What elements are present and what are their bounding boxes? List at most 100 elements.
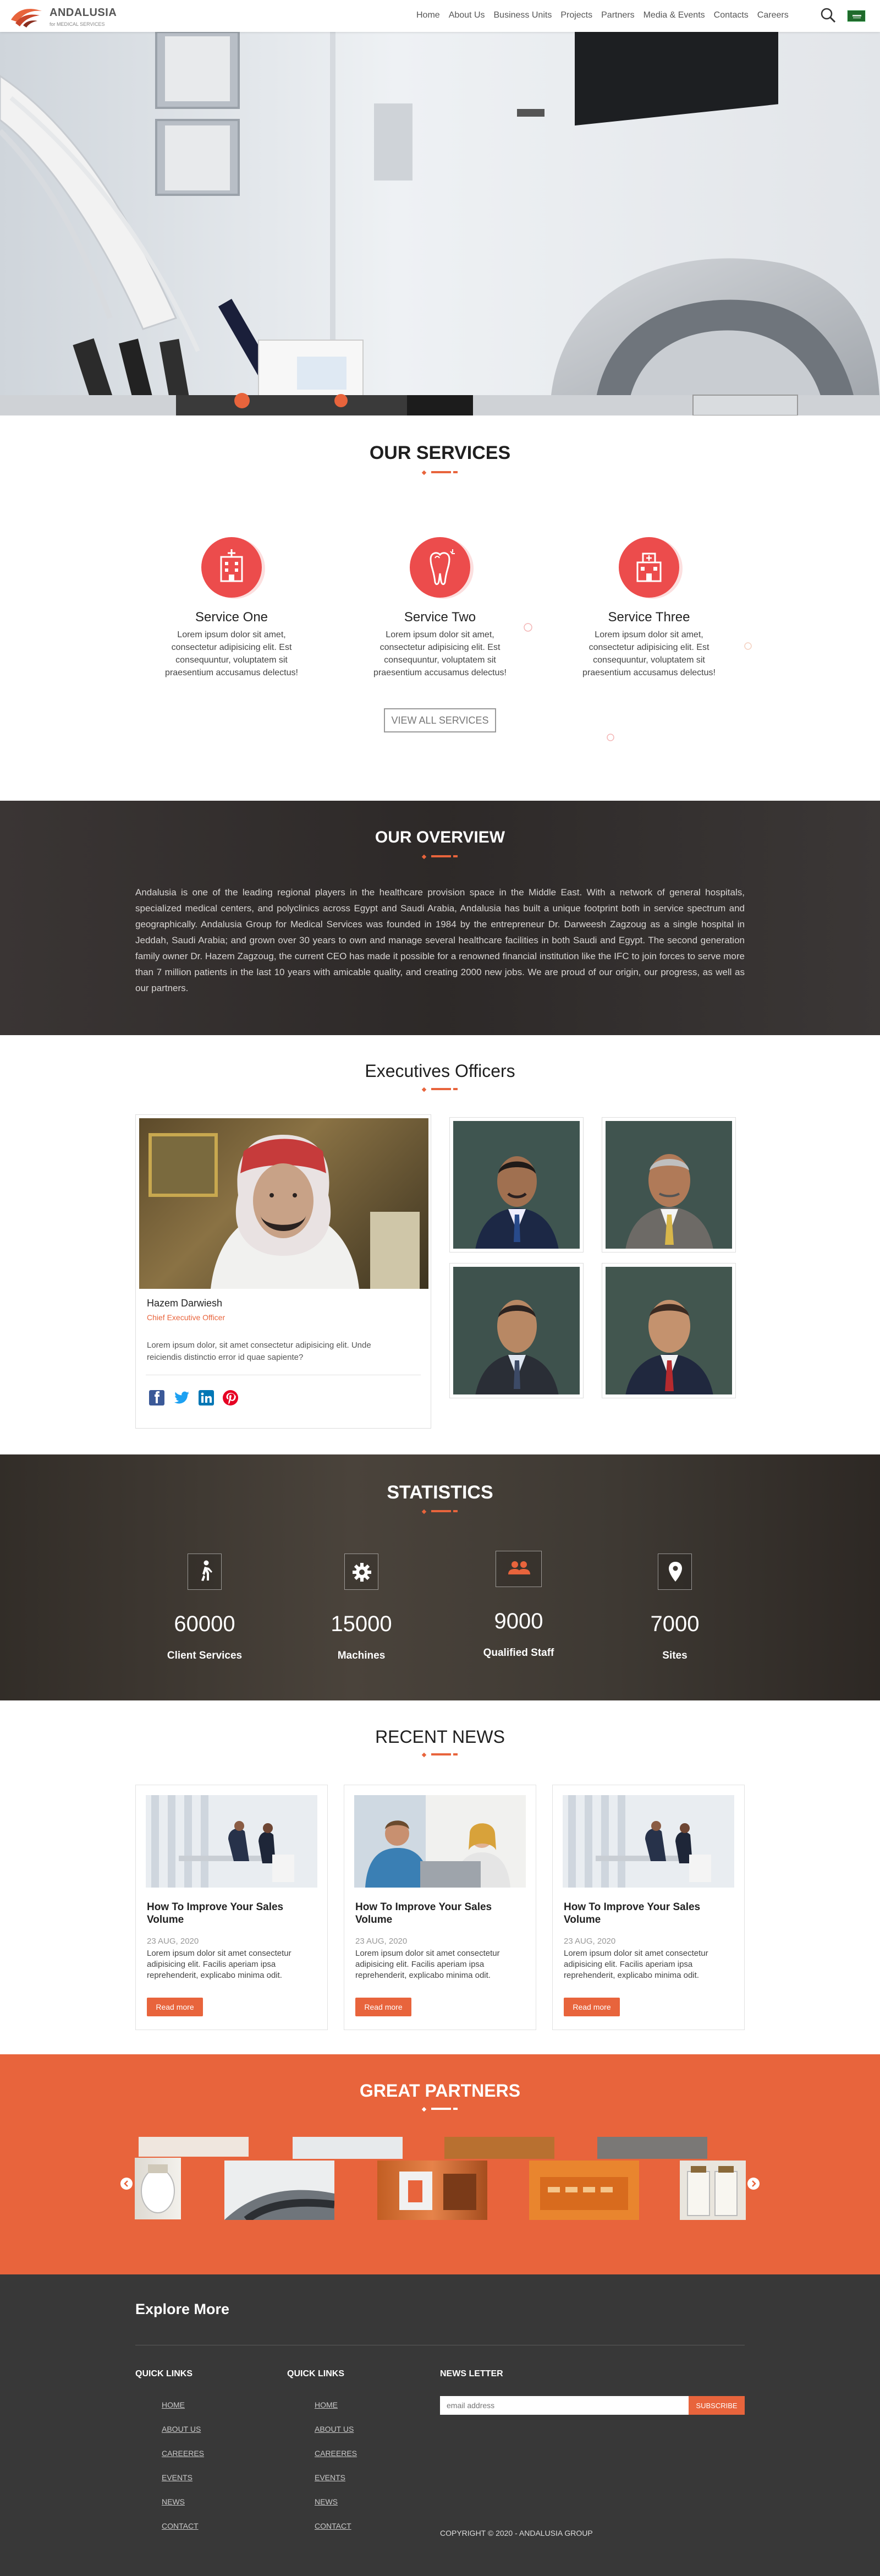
- hero-banner: [0, 32, 880, 415]
- search-icon[interactable]: [821, 8, 836, 23]
- nav-partners[interactable]: Partners: [601, 10, 634, 20]
- map-marker-icon: [658, 1554, 692, 1590]
- newsletter-title: NEWS LETTER: [440, 2369, 503, 2378]
- footer-link-contact[interactable]: CONTACT: [315, 2522, 351, 2530]
- tooth-icon: [410, 537, 470, 598]
- nav-careers[interactable]: Careers: [757, 10, 789, 20]
- service-card-2[interactable]: Service Two Lorem ipsum dolor sit amet, …: [369, 537, 512, 679]
- service-text: Lorem ipsum dolor sit amet, consectetur …: [165, 630, 298, 677]
- overview-section: OUR OVERVIEW Andalusia is one of the lea…: [0, 801, 880, 1035]
- read-more-button[interactable]: Read more: [147, 1998, 203, 2016]
- executives-title: Executives Officers: [365, 1061, 515, 1081]
- logo-tagline: for MEDICAL SERVICES: [50, 21, 105, 27]
- partner-logo[interactable]: [529, 2161, 639, 2220]
- news-headline[interactable]: How To Improve Your Sales Volume: [355, 1901, 520, 1926]
- executive-thumbnail[interactable]: [602, 1263, 736, 1398]
- partner-logo[interactable]: [135, 2158, 181, 2219]
- executive-thumbnail[interactable]: [449, 1117, 584, 1253]
- nav-about-us[interactable]: About Us: [449, 10, 485, 20]
- users-icon: [496, 1551, 542, 1587]
- footer-link-home[interactable]: HOME: [162, 2400, 185, 2409]
- news-title: RECENT NEWS: [375, 1727, 505, 1747]
- stat-client-services: 60000 Client Services: [150, 1554, 260, 1662]
- facebook-icon[interactable]: [149, 1390, 164, 1405]
- footer-link-news[interactable]: NEWS: [315, 2497, 338, 2506]
- news-date: 23 AUG, 2020: [147, 1937, 199, 1946]
- executive-role: Chief Executive Officer: [147, 1313, 226, 1322]
- news-card-3[interactable]: How To Improve Your Sales Volume 23 AUG,…: [552, 1785, 745, 2030]
- executive-photo: [139, 1118, 428, 1289]
- footer-link-events[interactable]: EVENTS: [315, 2473, 345, 2482]
- nav-home[interactable]: Home: [416, 10, 440, 20]
- partner-logo[interactable]: [680, 2161, 746, 2220]
- news-date: 23 AUG, 2020: [564, 1937, 616, 1946]
- logo[interactable]: ANDALUSIA for MEDICAL SERVICES: [8, 3, 129, 29]
- news-card-1[interactable]: How To Improve Your Sales Volume 23 AUG,…: [135, 1785, 328, 2030]
- footer-link-news[interactable]: NEWS: [162, 2497, 185, 2506]
- partner-logo[interactable]: [139, 2137, 249, 2157]
- nav-projects[interactable]: Projects: [560, 10, 592, 20]
- executive-photo: [606, 1267, 732, 1394]
- executive-bio: Lorem ipsum dolor, sit amet consectetur …: [147, 1341, 371, 1362]
- footer-link-careers[interactable]: CAREERES: [315, 2449, 357, 2458]
- executives-title-divider: [421, 1087, 458, 1092]
- executive-thumbnail[interactable]: [449, 1263, 584, 1398]
- nav-business-units[interactable]: Business Units: [494, 10, 552, 20]
- overview-title-divider: [421, 854, 458, 860]
- news-headline[interactable]: How To Improve Your Sales Volume: [147, 1901, 312, 1926]
- partner-logo[interactable]: [377, 2161, 487, 2220]
- footer-link-events[interactable]: EVENTS: [162, 2473, 193, 2482]
- footer-link-about-us[interactable]: ABOUT US: [162, 2425, 201, 2433]
- executive-photo: [453, 1267, 580, 1394]
- footer-title: Explore More: [135, 2301, 230, 2317]
- partner-logo[interactable]: [224, 2161, 334, 2220]
- services-title-divider: [421, 470, 458, 475]
- twitter-icon[interactable]: [173, 1390, 190, 1405]
- executive-photo: [606, 1121, 732, 1249]
- partners-title: GREAT PARTNERS: [359, 2081, 521, 2101]
- carousel-prev-icon[interactable]: [120, 2177, 133, 2190]
- clinic-building-icon: [619, 537, 679, 598]
- view-all-services-button[interactable]: VIEW ALL SERVICES: [384, 708, 496, 732]
- nav-media-events[interactable]: Media & Events: [644, 10, 705, 20]
- partner-logo[interactable]: [293, 2137, 403, 2159]
- services-title: OUR SERVICES: [369, 442, 511, 463]
- service-card-3[interactable]: Service Three Lorem ipsum dolor sit amet…: [578, 537, 721, 679]
- linkedin-icon[interactable]: [199, 1390, 214, 1405]
- footer-link-contact[interactable]: CONTACT: [162, 2522, 199, 2530]
- news-card-2[interactable]: How To Improve Your Sales Volume 23 AUG,…: [344, 1785, 536, 2030]
- news-excerpt: Lorem ipsum dolor sit amet consectetur a…: [564, 1949, 708, 1980]
- service-title: Service One: [195, 610, 268, 625]
- pinterest-icon[interactable]: [223, 1390, 238, 1405]
- statistics-section: STATISTICS 60000 Client Services 15000 M…: [0, 1454, 880, 1700]
- hospital-icon: [201, 537, 262, 598]
- partner-logo[interactable]: [444, 2137, 554, 2159]
- news-title-divider: [421, 1752, 458, 1758]
- footer-link-careers[interactable]: CAREERES: [162, 2449, 204, 2458]
- decorative-circle-icon: [607, 734, 614, 741]
- partner-logo[interactable]: [597, 2137, 707, 2159]
- news-headline[interactable]: How To Improve Your Sales Volume: [564, 1901, 729, 1926]
- footer-col2-title: QUICK LINKS: [287, 2369, 344, 2378]
- overview-title: OUR OVERVIEW: [375, 828, 505, 846]
- newsletter-email-input[interactable]: [440, 2396, 689, 2415]
- overview-text: Andalusia is one of the leading regional…: [135, 887, 745, 993]
- site-header: ANDALUSIA for MEDICAL SERVICES Home Abou…: [0, 0, 880, 32]
- footer-link-about-us[interactable]: ABOUT US: [315, 2425, 354, 2433]
- carousel-next-icon[interactable]: [747, 2177, 760, 2190]
- read-more-button[interactable]: Read more: [355, 1998, 411, 2016]
- subscribe-button[interactable]: SUBSCRIBE: [689, 2396, 745, 2415]
- stat-value: 15000: [331, 1612, 392, 1636]
- service-card-1[interactable]: Service One Lorem ipsum dolor sit amet, …: [160, 537, 303, 679]
- nav-contacts[interactable]: Contacts: [714, 10, 749, 20]
- service-text: Lorem ipsum dolor sit amet, consectetur …: [582, 630, 716, 677]
- executive-thumbnail[interactable]: [602, 1117, 736, 1253]
- executive-card-featured: Hazem Darwiesh Chief Executive Officer L…: [135, 1114, 431, 1429]
- logo-name: ANDALUSIA: [50, 7, 117, 19]
- footer-link-home[interactable]: HOME: [315, 2400, 338, 2409]
- stat-label: Sites: [662, 1650, 688, 1661]
- partners-section: GREAT PARTNERS: [0, 2054, 880, 2274]
- language-flag-icon[interactable]: [847, 10, 866, 22]
- read-more-button[interactable]: Read more: [564, 1998, 620, 2016]
- service-title: Service Two: [404, 610, 476, 625]
